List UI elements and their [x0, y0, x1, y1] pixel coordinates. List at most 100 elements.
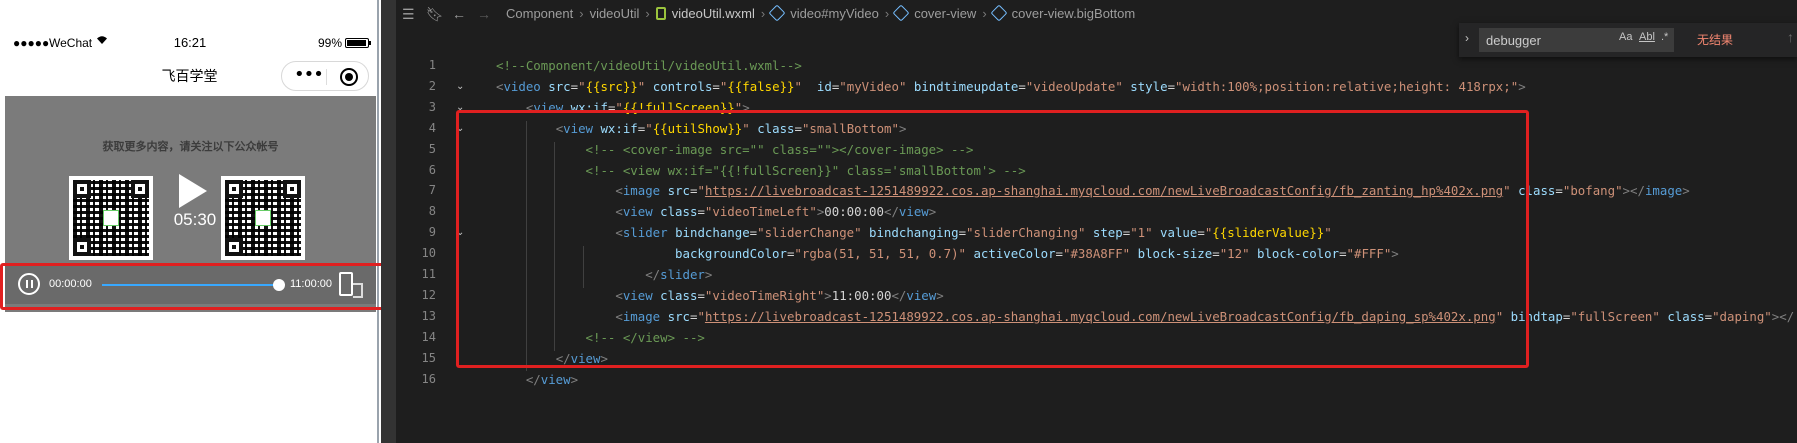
line-number: 2: [428, 78, 436, 93]
code-token: </: [645, 267, 661, 282]
code-token: "#38A8FF": [1063, 246, 1131, 262]
code-token: </: [555, 350, 571, 366]
code-line[interactable]: </slider>: [496, 267, 712, 282]
code-token: "12": [1219, 246, 1250, 262]
code-token: {{sliderValue}}: [1212, 225, 1325, 241]
forward-arrow-icon[interactable]: →: [477, 6, 491, 22]
code-line[interactable]: <view wx:if="{{!fullScreen}}">: [496, 100, 750, 115]
element-icon: [892, 4, 910, 22]
code-token: ": [615, 99, 623, 115]
whole-word-icon[interactable]: Abl: [1639, 31, 1655, 43]
line-number: 12: [421, 287, 436, 302]
code-token: {{false}}: [727, 78, 795, 94]
slider-thumb[interactable]: [273, 279, 285, 291]
list-icon[interactable]: ☰: [402, 6, 415, 23]
capsule-menu[interactable]: •••: [281, 61, 369, 91]
code-line[interactable]: <!--Component/videoUtil/videoUtil.wxml--…: [496, 58, 802, 73]
back-arrow-icon[interactable]: ←: [452, 6, 466, 22]
video-time-left: 00:00:00: [49, 278, 92, 290]
code-token: 00:00:00: [824, 204, 884, 220]
code-token: slider: [622, 225, 668, 241]
code-line[interactable]: <!-- <cover-image src="" class=""></cove…: [496, 142, 974, 157]
breadcrumb-item[interactable]: video#myVideo: [790, 6, 879, 21]
regex-icon[interactable]: .*: [1661, 31, 1668, 43]
code-token: "bofang": [1562, 183, 1623, 199]
code-token: view: [540, 371, 571, 387]
code-token: view: [563, 120, 593, 136]
code-line[interactable]: <image src="https://livebroadcast-125148…: [496, 183, 1690, 199]
previous-match-icon[interactable]: ↑: [1787, 29, 1794, 45]
code-token: image: [622, 183, 661, 199]
code-token: id: [816, 78, 832, 94]
code-line[interactable]: </view>: [496, 372, 578, 387]
code-line[interactable]: <video src="{{src}}" controls="{{false}}…: [496, 79, 1526, 94]
activity-bar: [381, 0, 396, 443]
breadcrumb-item[interactable]: cover-view: [914, 6, 976, 21]
more-icon[interactable]: •••: [294, 64, 324, 85]
code-token: wx:if: [600, 120, 638, 136]
code-line[interactable]: <view class="videoTimeRight">11:00:00</v…: [496, 287, 944, 303]
breadcrumb-trail[interactable]: Component › videoUtil › videoUtil.wxml › video…: [506, 4, 1136, 22]
code-token: class: [1518, 183, 1556, 199]
pause-icon[interactable]: [18, 273, 40, 295]
code-token: =: [1212, 246, 1220, 262]
code-line[interactable]: </view>: [496, 351, 608, 366]
code-token: "myVideo": [839, 78, 907, 94]
toggle-replace-icon[interactable]: ›: [1465, 31, 1469, 45]
progress-slider[interactable]: [102, 284, 279, 286]
code-token: "rgba(51, 51, 51, 0.7)": [794, 246, 966, 262]
code-token: ": [1324, 225, 1332, 241]
breadcrumb-item[interactable]: videoUtil: [590, 6, 640, 21]
breadcrumb-item[interactable]: videoUtil.wxml: [672, 6, 755, 21]
signal-icon: ●●●●●: [13, 36, 50, 50]
line-number: 1: [428, 58, 436, 72]
line-number: 16: [421, 371, 436, 386]
code-token: =: [1197, 225, 1205, 241]
line-number: 7: [428, 183, 436, 198]
code-token: "sliderChanging": [966, 225, 1086, 241]
fold-chevron-icon[interactable]: ⌄: [456, 102, 464, 113]
breadcrumb-item[interactable]: Component: [506, 6, 573, 21]
indent-guide: [583, 246, 584, 288]
code-line[interactable]: <!-- <view wx:if="{{!fullScreen}}" class…: [496, 163, 1026, 178]
code-token: =: [1555, 183, 1563, 199]
code-token: {{src}}: [585, 78, 638, 94]
code-line[interactable]: <image src="https://livebroadcast-125148…: [496, 309, 1794, 324]
close-mini-program-icon[interactable]: [340, 68, 358, 86]
match-case-icon[interactable]: Aa: [1619, 31, 1632, 43]
fold-chevron-icon[interactable]: ⌄: [456, 81, 464, 92]
code-token: <!-- <view wx:if="{{!fullScreen}}" class…: [585, 162, 1026, 178]
find-widget: › debugger Aa Abl .* 无结果 ↑: [1459, 23, 1797, 57]
code-token: block-color: [1257, 246, 1340, 262]
code-token: class: [660, 287, 698, 303]
code-line[interactable]: <view wx:if="{{utilShow}}" class="smallB…: [496, 120, 907, 136]
code-token: class: [660, 204, 698, 220]
line-number: 13: [421, 308, 436, 323]
code-token: >: [1682, 183, 1690, 199]
play-icon[interactable]: [179, 174, 207, 208]
code-line[interactable]: <slider bindchange = "sliderChange" bindch…: [496, 225, 1332, 241]
fold-chevron-icon[interactable]: ⌄: [456, 123, 464, 134]
code-line[interactable]: <view class="videoTimeLeft">00:00:00</vi…: [496, 204, 936, 219]
fullscreen-icon[interactable]: [339, 272, 363, 298]
code-line[interactable]: backgroundColor="rgba(51, 51, 51, 0.7)" …: [496, 246, 1399, 261]
code-line[interactable]: <!-- </view> -->: [496, 330, 705, 345]
bookmark-icon[interactable]: 🔖︎: [426, 6, 444, 23]
fold-chevron-icon[interactable]: ⌄: [456, 227, 464, 238]
code-token: >: [936, 287, 944, 303]
wifi-icon: [96, 35, 108, 48]
status-bar: ●●●●● WeChat 16:21 99%: [0, 32, 379, 54]
breadcrumb-item[interactable]: cover-view.bigBottom: [1012, 6, 1136, 21]
code-token: src: [548, 78, 571, 94]
code-token: =: [570, 78, 579, 94]
